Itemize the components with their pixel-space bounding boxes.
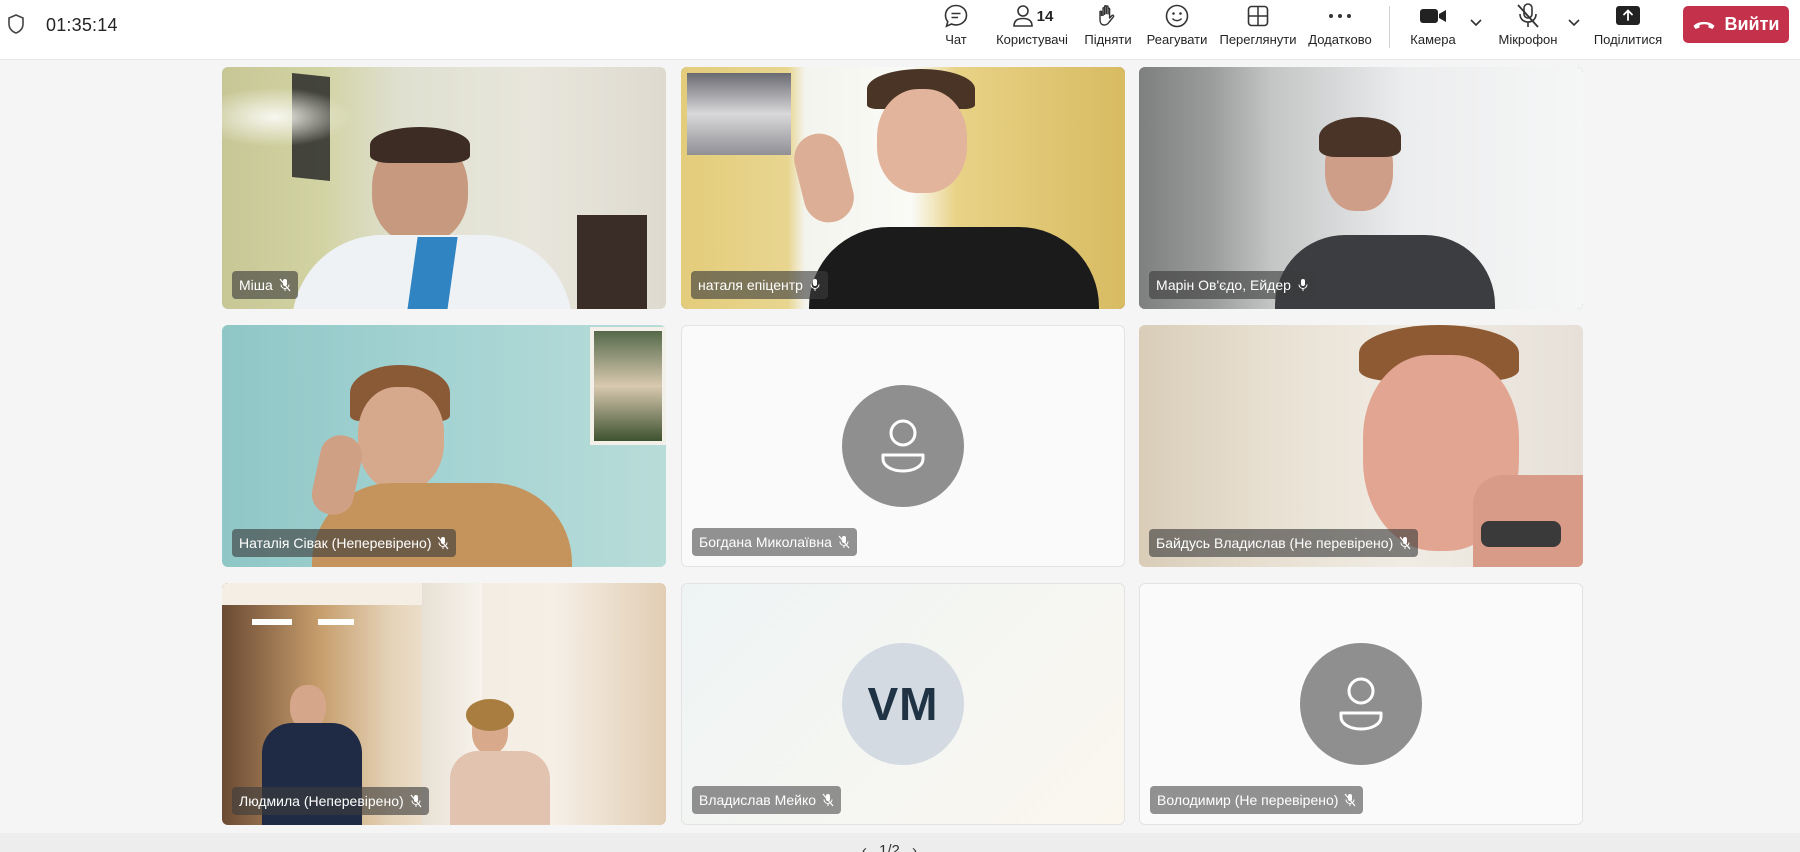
participant-name: Марін Ов'єдо, Ейдер bbox=[1156, 277, 1291, 293]
toolbar-divider bbox=[1389, 6, 1390, 48]
participant-tile-baidus-vladyslav[interactable]: Байдусь Владислав (Не перевірено) bbox=[1139, 325, 1583, 567]
participant-name-tag: Байдусь Владислав (Не перевірено) bbox=[1149, 529, 1419, 557]
participant-name: Байдусь Владислав (Не перевірено) bbox=[1156, 535, 1394, 551]
camera-options-chevron-icon[interactable] bbox=[1469, 18, 1483, 28]
emoji-icon bbox=[1165, 4, 1189, 28]
share-button[interactable]: Поділитися bbox=[1592, 0, 1664, 60]
mic-muted-icon bbox=[279, 278, 291, 292]
participant-tile-liudmyla[interactable]: Людмила (Неперевірено) bbox=[222, 583, 666, 825]
raise-label: Підняти bbox=[1084, 32, 1132, 47]
mic-muted-icon bbox=[1399, 536, 1411, 550]
raise-hand-button[interactable]: Підняти bbox=[1084, 0, 1132, 60]
avatar bbox=[842, 385, 964, 507]
people-button[interactable]: 14 Користувачі bbox=[994, 0, 1070, 60]
camera-button[interactable]: Камера bbox=[1408, 0, 1458, 60]
participant-name: наталя епіцентр bbox=[698, 277, 803, 293]
mic-muted-icon bbox=[1344, 793, 1356, 807]
participant-name: Богдана Миколаївна bbox=[699, 534, 832, 550]
participant-tile-natalia-sivak[interactable]: Наталія Сівак (Неперевірено) bbox=[222, 325, 666, 567]
participant-name: Наталія Сівак (Неперевірено) bbox=[239, 535, 432, 551]
mic-icon bbox=[1298, 279, 1308, 291]
mic-icon bbox=[810, 279, 820, 291]
participant-name-tag: наталя епіцентр bbox=[691, 271, 828, 299]
participant-tile-volodymyr[interactable]: Володимир (Не перевірено) bbox=[1139, 583, 1583, 825]
chat-icon bbox=[944, 4, 968, 28]
hang-up-icon bbox=[1693, 21, 1715, 29]
microphone-button[interactable]: Мікрофон bbox=[1495, 0, 1561, 60]
mic-muted-icon bbox=[410, 794, 422, 808]
layout-grid-icon bbox=[1247, 5, 1269, 27]
react-button[interactable]: Реагувати bbox=[1147, 0, 1207, 60]
participant-name-tag: Наталія Сівак (Неперевірено) bbox=[232, 529, 457, 557]
person-avatar-icon bbox=[881, 419, 925, 473]
person-avatar-icon bbox=[1339, 677, 1383, 731]
meeting-toolbar: 01:35:14 Чат 14 Користувачі Підняти Реаг… bbox=[0, 0, 1800, 60]
chat-button[interactable]: Чат bbox=[938, 0, 974, 60]
participant-tile-natalia-epicentr[interactable]: наталя епіцентр bbox=[681, 67, 1125, 309]
participant-name-tag: Людмила (Неперевірено) bbox=[232, 787, 429, 815]
people-count: 14 bbox=[1036, 7, 1054, 25]
hand-icon bbox=[1099, 4, 1115, 26]
shield-icon bbox=[8, 14, 24, 34]
prev-page-button[interactable]: ‹ bbox=[862, 842, 867, 852]
participant-tile-bohdana[interactable]: Богдана Миколаївна bbox=[681, 325, 1125, 567]
share-screen-icon bbox=[1616, 6, 1640, 25]
mic-muted-icon bbox=[838, 535, 850, 549]
chat-label: Чат bbox=[945, 32, 967, 47]
page-indicator: 1/2 bbox=[879, 842, 900, 852]
camera-icon bbox=[1420, 9, 1446, 23]
mic-muted-icon bbox=[1517, 3, 1539, 28]
participant-name-tag: Володимир (Не перевірено) bbox=[1150, 786, 1364, 814]
people-label: Користувачі bbox=[996, 32, 1068, 47]
share-label: Поділитися bbox=[1593, 32, 1663, 47]
participant-name-tag: Богдана Миколаївна bbox=[692, 528, 857, 556]
leave-label: Вийти bbox=[1724, 14, 1780, 34]
people-icon bbox=[1012, 5, 1033, 27]
participant-tile-misha[interactable]: Міша bbox=[222, 67, 666, 309]
leave-button[interactable]: Вийти bbox=[1683, 6, 1789, 43]
participant-name: Володимир (Не перевірено) bbox=[1157, 792, 1339, 808]
more-label: Додатково bbox=[1308, 32, 1372, 47]
participant-tile-marin-oviedo[interactable]: Марін Ов'єдо, Ейдер bbox=[1139, 67, 1583, 309]
react-label: Реагувати bbox=[1146, 32, 1208, 47]
mic-muted-icon bbox=[822, 793, 834, 807]
view-button[interactable]: Переглянути bbox=[1218, 0, 1298, 60]
more-icon bbox=[1329, 14, 1351, 18]
microphone-label: Мікрофон bbox=[1498, 32, 1558, 47]
meeting-timer: 01:35:14 bbox=[46, 15, 118, 35]
avatar bbox=[1300, 643, 1422, 765]
mic-muted-icon bbox=[438, 536, 449, 550]
avatar: VM bbox=[842, 643, 964, 765]
view-label: Переглянути bbox=[1219, 32, 1297, 47]
participant-name-tag: Владислав Мейко bbox=[692, 786, 842, 814]
mic-options-chevron-icon[interactable] bbox=[1567, 18, 1581, 28]
participant-name-tag: Марін Ов'єдо, Ейдер bbox=[1149, 271, 1316, 299]
participant-name-tag: Міша bbox=[232, 271, 298, 299]
participant-name: Міша bbox=[239, 277, 273, 293]
participant-name: Владислав Мейко bbox=[699, 792, 817, 808]
more-button[interactable]: Додатково bbox=[1306, 0, 1374, 60]
camera-label: Камера bbox=[1410, 32, 1456, 47]
next-page-button[interactable]: › bbox=[912, 842, 917, 852]
participant-tile-vladyslav-meiko[interactable]: VM Владислав Мейко bbox=[681, 583, 1125, 825]
gallery-pagination: ‹ 1/2 › bbox=[862, 842, 917, 852]
participant-name: Людмила (Неперевірено) bbox=[239, 793, 404, 809]
